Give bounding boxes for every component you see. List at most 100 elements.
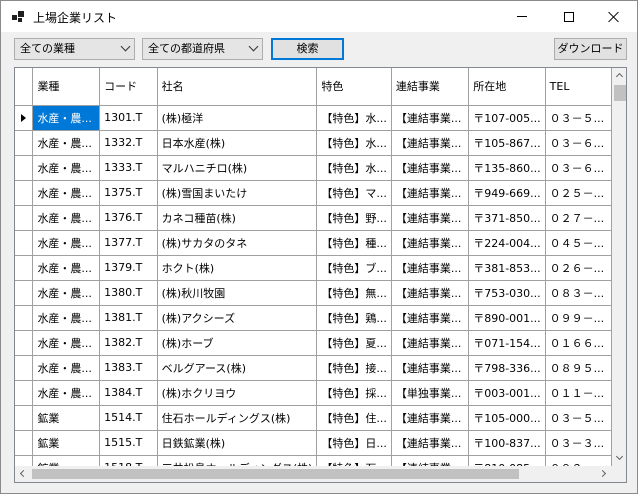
table-cell[interactable]: ０４５－... [545, 230, 612, 256]
download-button[interactable]: ダウンロード [554, 38, 627, 60]
company-grid[interactable]: 業種 コード 社名 特色 連結事業 所在地 TEL 水産・農... 1301.T (株)極洋 【特… [14, 67, 627, 483]
table-cell[interactable]: ０１６６... [545, 330, 612, 356]
row-header[interactable] [15, 230, 34, 256]
table-cell[interactable]: (株)秋川牧園 [157, 280, 318, 306]
table-cell[interactable]: 【連結事業... [391, 280, 470, 306]
table-cell[interactable]: 〒381-853... [468, 255, 546, 281]
row-header[interactable] [15, 155, 34, 181]
table-row[interactable]: 水産・農... 1377.T (株)サカタのタネ 【特色】種... 【連結事業... 〒2… [15, 230, 612, 256]
table-cell[interactable]: 〒753-030... [468, 280, 546, 306]
table-cell[interactable]: 〒071-154... [468, 330, 546, 356]
table-cell[interactable]: (株)ホーブ [157, 330, 318, 356]
row-header[interactable] [15, 330, 34, 356]
table-cell[interactable]: ０２５－... [545, 180, 612, 206]
table-cell[interactable]: 1381.T [99, 305, 158, 331]
table-cell[interactable]: 水産・農... [32, 330, 101, 356]
table-cell[interactable]: 水産・農... [32, 205, 101, 231]
table-cell[interactable]: ０９９－... [545, 305, 612, 331]
table-row[interactable]: 水産・農... 1375.T (株)雪国まいたけ 【特色】マ... 【連結事業... 〒9… [15, 180, 612, 206]
table-cell[interactable]: 水産・農... [32, 280, 101, 306]
table-cell[interactable]: 水産・農... [32, 105, 101, 131]
table-cell[interactable]: 【特色】夏... [316, 330, 392, 356]
horizontal-scrollbar[interactable] [15, 466, 612, 482]
scroll-up-button[interactable] [612, 68, 626, 84]
table-cell[interactable]: 【連結事業... [391, 205, 470, 231]
row-header[interactable] [15, 380, 34, 406]
table-cell[interactable]: 【連結事業... [391, 230, 470, 256]
table-cell[interactable]: ０８３－... [545, 280, 612, 306]
table-cell[interactable]: ０３－６... [545, 155, 612, 181]
table-row[interactable]: 水産・農... 1384.T (株)ホクリヨウ 【特色】採... 【単独事業... 〒00… [15, 380, 612, 406]
table-cell[interactable]: 1375.T [99, 180, 158, 206]
column-header[interactable]: 特色 [316, 68, 392, 106]
table-cell[interactable]: 【特色】石... [316, 455, 392, 466]
table-cell[interactable]: 日鉄鉱業(株) [157, 430, 318, 456]
table-cell[interactable]: 〒798-336... [468, 355, 546, 381]
table-cell[interactable]: 【特色】マ... [316, 180, 392, 206]
table-cell[interactable]: 【特色】水... [316, 105, 392, 131]
row-header[interactable] [15, 305, 34, 331]
table-cell[interactable]: 1332.T [99, 130, 158, 156]
table-cell[interactable]: マルハニチロ(株) [157, 155, 318, 181]
table-cell[interactable]: 鉱業 [32, 455, 101, 466]
scroll-down-button[interactable] [612, 450, 626, 466]
search-button[interactable]: 検索 [271, 38, 344, 60]
row-header[interactable] [15, 105, 34, 131]
table-cell[interactable]: 〒003-001... [468, 380, 546, 406]
table-row[interactable]: 水産・農... 1379.T ホクト(株) 【特色】ブ... 【連結事業... 〒381-… [15, 255, 612, 281]
column-header[interactable]: TEL [545, 68, 612, 106]
table-cell[interactable]: ホクト(株) [157, 255, 318, 281]
table-row[interactable]: 水産・農... 1376.T カネコ種苗(株) 【特色】野... 【連結事業... 〒37… [15, 205, 612, 231]
table-cell[interactable]: 【連結事業... [391, 305, 470, 331]
table-cell[interactable]: 住石ホールディングス(株) [157, 405, 318, 431]
row-header[interactable] [15, 455, 34, 466]
table-cell[interactable]: 〒371-850... [468, 205, 546, 231]
table-cell[interactable]: 〒810-085... [468, 455, 546, 466]
table-row[interactable]: 水産・農... 1383.T ベルグアース(株) 【特色】接... 【連結事業... 〒7… [15, 355, 612, 381]
table-cell[interactable]: 【特色】水... [316, 155, 392, 181]
row-header[interactable] [15, 255, 34, 281]
prefecture-select[interactable]: 全ての都道府県 [142, 38, 263, 60]
table-cell[interactable]: (株)アクシーズ [157, 305, 318, 331]
table-row[interactable]: 鉱業 1515.T 日鉄鉱業(株) 【特色】日... 【連結事業... 〒100-837.… [15, 430, 612, 456]
table-cell[interactable]: 1380.T [99, 280, 158, 306]
column-header[interactable]: 社名 [157, 68, 318, 106]
table-cell[interactable]: 〒135-860... [468, 155, 546, 181]
row-header[interactable] [15, 430, 34, 456]
table-cell[interactable]: 1301.T [99, 105, 158, 131]
table-cell[interactable]: 【単独事業... [391, 380, 470, 406]
table-cell[interactable]: (株)ホクリヨウ [157, 380, 318, 406]
table-cell[interactable]: 【連結事業... [391, 105, 470, 131]
table-cell[interactable]: 水産・農... [32, 380, 101, 406]
table-cell[interactable]: 水産・農... [32, 180, 101, 206]
table-row[interactable]: 鉱業1518.T三井松島ホールディングス(株)【特色】石...【連結事業...〒… [15, 455, 612, 466]
table-cell[interactable]: 水産・農... [32, 255, 101, 281]
table-cell[interactable]: 【連結事業... [391, 355, 470, 381]
table-cell[interactable]: ０３－５... [545, 405, 612, 431]
table-cell[interactable]: 水産・農... [32, 355, 101, 381]
table-cell[interactable]: 【連結事業... [391, 455, 470, 466]
table-cell[interactable]: 日本水産(株) [157, 130, 318, 156]
table-cell[interactable]: 〒890-001... [468, 305, 546, 331]
row-header[interactable] [15, 280, 34, 306]
table-cell[interactable]: ベルグアース(株) [157, 355, 318, 381]
table-row[interactable]: 水産・農... 1382.T (株)ホーブ 【特色】夏... 【連結事業... 〒071-… [15, 330, 612, 356]
table-cell[interactable]: (株)極洋 [157, 105, 318, 131]
row-header[interactable] [15, 355, 34, 381]
column-header[interactable]: 連結事業 [391, 68, 470, 106]
row-header[interactable] [15, 205, 34, 231]
table-cell[interactable]: 1515.T [99, 430, 158, 456]
maximize-button[interactable] [546, 1, 592, 32]
table-cell[interactable]: 1333.T [99, 155, 158, 181]
table-cell[interactable]: 1377.T [99, 230, 158, 256]
table-cell[interactable]: ０８９５... [545, 355, 612, 381]
table-cell[interactable]: ０３－６... [545, 130, 612, 156]
table-cell[interactable]: 【連結事業... [391, 405, 470, 431]
table-cell[interactable]: 【特色】水... [316, 130, 392, 156]
table-cell[interactable]: 1376.T [99, 205, 158, 231]
table-cell[interactable]: ０１１－... [545, 380, 612, 406]
row-header[interactable] [15, 180, 34, 206]
table-cell[interactable]: (株)雪国まいたけ [157, 180, 318, 206]
table-row[interactable]: 水産・農... 1380.T (株)秋川牧園 【特色】無... 【連結事業... 〒753… [15, 280, 612, 306]
table-cell[interactable]: 【特色】住... [316, 405, 392, 431]
